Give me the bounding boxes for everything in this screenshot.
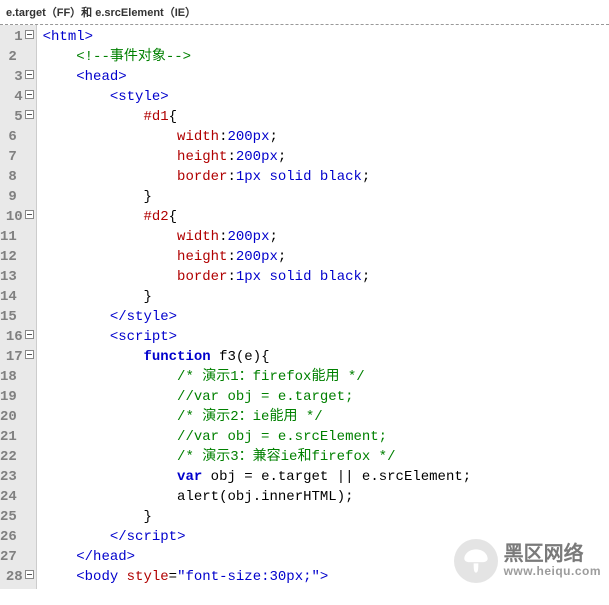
code-line: //var obj = e.srcElement; <box>43 427 609 447</box>
code-line: <head> <box>43 67 609 87</box>
code-line: <html> <box>43 27 609 47</box>
code-line: </head> <box>43 547 609 567</box>
line-number: 16 <box>0 327 36 347</box>
page-header: e.target（FF）和 e.srcElement（IE） <box>0 0 609 25</box>
code-editor: 1 2 3 4 5 6 7 8 9 10 11 12 13 14 15 16 1… <box>0 25 609 589</box>
code-line: <style> <box>43 87 609 107</box>
line-number: 4 <box>0 87 36 107</box>
code-line: function f3(e){ <box>43 347 609 367</box>
line-number: 25 <box>0 507 36 527</box>
code-line: <body style="font-size:30px;"> <box>43 567 609 587</box>
code-area[interactable]: <html> <!--事件对象--> <head> <style> #d1{ w… <box>37 25 609 589</box>
code-line: <script> <box>43 327 609 347</box>
line-number: 7 <box>0 147 36 167</box>
fold-icon[interactable] <box>25 110 34 119</box>
line-number: 17 <box>0 347 36 367</box>
line-gutter: 1 2 3 4 5 6 7 8 9 10 11 12 13 14 15 16 1… <box>0 25 37 589</box>
fold-icon[interactable] <box>25 70 34 79</box>
line-number: 26 <box>0 527 36 547</box>
line-number: 21 <box>0 427 36 447</box>
line-number: 14 <box>0 287 36 307</box>
fold-icon[interactable] <box>25 210 34 219</box>
line-number: 13 <box>0 267 36 287</box>
line-number: 10 <box>0 207 36 227</box>
code-line: height:200px; <box>43 247 609 267</box>
code-line: /* 演示3：兼容ie和firefox */ <box>43 447 609 467</box>
line-number: 11 <box>0 227 36 247</box>
code-line: } <box>43 187 609 207</box>
line-number: 6 <box>0 127 36 147</box>
line-number: 12 <box>0 247 36 267</box>
line-number: 3 <box>0 67 36 87</box>
fold-icon[interactable] <box>25 350 34 359</box>
fold-icon[interactable] <box>25 90 34 99</box>
code-line: </script> <box>43 527 609 547</box>
line-number: 1 <box>0 27 36 47</box>
code-line: var obj = e.target || e.srcElement; <box>43 467 609 487</box>
code-line: //var obj = e.target; <box>43 387 609 407</box>
fold-icon[interactable] <box>25 570 34 579</box>
line-number: 9 <box>0 187 36 207</box>
fold-icon[interactable] <box>25 330 34 339</box>
line-number: 18 <box>0 367 36 387</box>
code-line: #d1{ <box>43 107 609 127</box>
line-number: 28 <box>0 567 36 587</box>
code-line: alert(obj.innerHTML); <box>43 487 609 507</box>
code-line: border:1px solid black; <box>43 167 609 187</box>
line-number: 15 <box>0 307 36 327</box>
code-line: #d2{ <box>43 207 609 227</box>
line-number: 23 <box>0 467 36 487</box>
code-line: /* 演示1：firefox能用 */ <box>43 367 609 387</box>
code-line: </style> <box>43 307 609 327</box>
line-number: 5 <box>0 107 36 127</box>
line-number: 20 <box>0 407 36 427</box>
code-line: <!--事件对象--> <box>43 47 609 67</box>
line-number: 19 <box>0 387 36 407</box>
code-line: } <box>43 507 609 527</box>
code-line: } <box>43 287 609 307</box>
code-line: width:200px; <box>43 227 609 247</box>
line-number: 2 <box>0 47 36 67</box>
line-number: 8 <box>0 167 36 187</box>
line-number: 27 <box>0 547 36 567</box>
code-line: height:200px; <box>43 147 609 167</box>
fold-icon[interactable] <box>25 30 34 39</box>
code-line: width:200px; <box>43 127 609 147</box>
code-line: border:1px solid black; <box>43 267 609 287</box>
line-number: 22 <box>0 447 36 467</box>
line-number: 24 <box>0 487 36 507</box>
code-line: /* 演示2：ie能用 */ <box>43 407 609 427</box>
